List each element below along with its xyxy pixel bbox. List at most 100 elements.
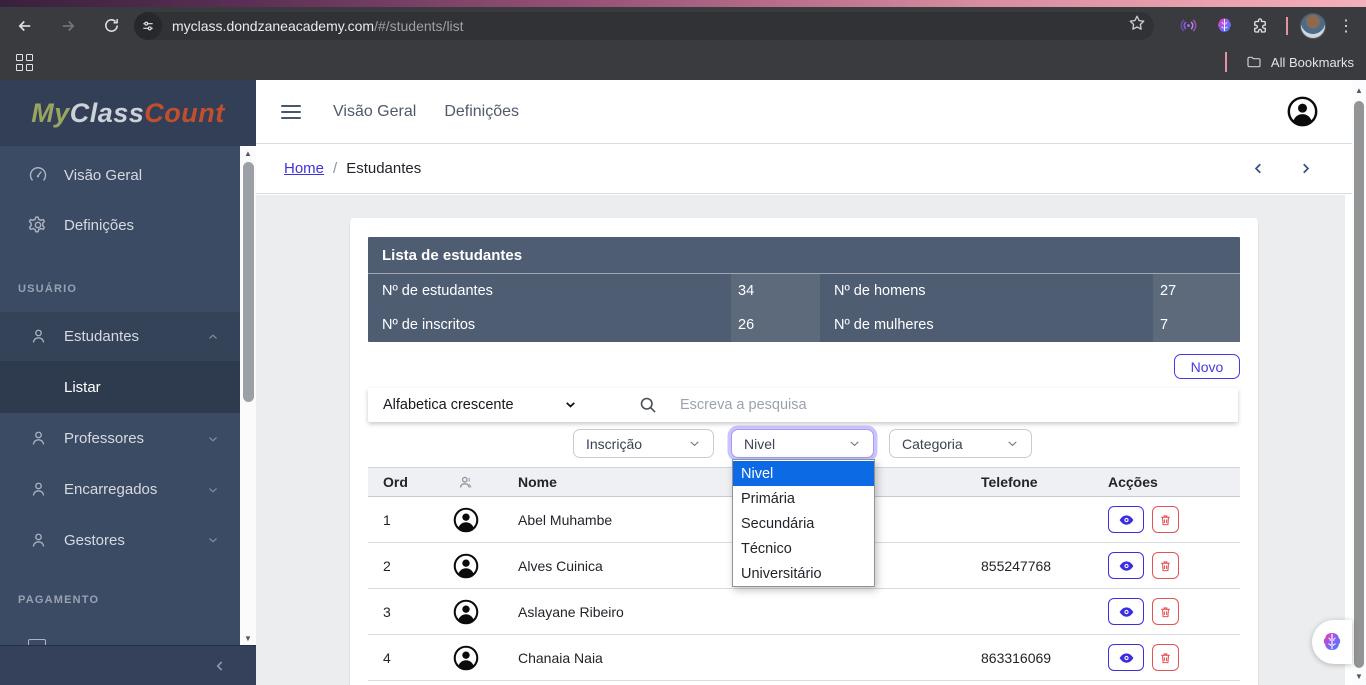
sidebar-item-encarregados[interactable]: Encarregados [0, 464, 240, 515]
logo-class: Class [69, 97, 145, 128]
col-header-accoes: Acções [1108, 474, 1158, 490]
page-scrollbar-thumb[interactable] [1354, 101, 1364, 668]
stat-label: Nº de estudantes [382, 283, 493, 299]
people-icon [438, 474, 493, 491]
scroll-up-arrow[interactable]: ▲ [1352, 83, 1366, 97]
browser-profile-avatar[interactable] [1300, 12, 1326, 39]
filter-nivel-select[interactable]: Nivel [731, 429, 874, 458]
student-name: Abel Muhambe [518, 511, 613, 528]
page-scrollbar[interactable]: ▲ ▼ [1352, 80, 1366, 685]
delete-student-button[interactable] [1152, 644, 1179, 671]
view-student-button[interactable] [1108, 598, 1144, 625]
sidebar-item-professores[interactable]: Professores [0, 413, 240, 464]
page-next-button[interactable] [1297, 160, 1314, 177]
logo-count: Count [144, 97, 225, 128]
sidebar-item-gestores[interactable]: Gestores [0, 515, 240, 565]
search-input[interactable] [680, 391, 1220, 419]
breadcrumb-separator: / [333, 160, 338, 177]
stat-value: 27 [1153, 274, 1240, 308]
breadcrumb-current: Estudantes [346, 160, 422, 177]
url-host: myclass.dondzaneacademy.com [172, 17, 375, 34]
sidebar-section-usuario: USUÁRIO [18, 283, 78, 295]
url-text: myclass.dondzaneacademy.com/#/students/l… [172, 18, 1120, 34]
app-logo[interactable]: My Class Count [0, 80, 256, 146]
forward-button[interactable] [53, 11, 83, 41]
back-button[interactable] [10, 11, 40, 41]
breadcrumb: Home / Estudantes [256, 144, 1366, 194]
sidebar-scrollbar-thumb[interactable] [242, 162, 254, 402]
chevron-down-icon [206, 432, 220, 446]
floating-brain-extension-button[interactable] [1312, 620, 1352, 664]
row-ord: 4 [383, 649, 391, 666]
reload-icon [104, 19, 118, 32]
student-avatar [438, 645, 493, 671]
view-student-button[interactable] [1108, 644, 1144, 671]
bookmarks-separator [1224, 52, 1227, 72]
user-avatar[interactable] [1287, 96, 1318, 127]
scroll-up-arrow[interactable]: ▲ [240, 146, 256, 160]
delete-student-button[interactable] [1152, 598, 1179, 625]
dropdown-option-tecnico[interactable]: Técnico [733, 536, 874, 561]
view-student-button[interactable] [1108, 506, 1144, 533]
scroll-down-arrow[interactable]: ▼ [1352, 669, 1366, 683]
chevron-left-icon [216, 660, 223, 671]
chevron-down-icon [1006, 437, 1019, 450]
extension-brain-icon[interactable] [1210, 12, 1238, 40]
sidebar-item-label: Professores [64, 430, 145, 447]
site-settings-icon[interactable] [134, 11, 162, 40]
page-prev-button[interactable] [1250, 160, 1267, 177]
nav-link-definicoes[interactable]: Definições [444, 103, 519, 121]
browser-menu-icon[interactable]: ⋮ [1336, 16, 1356, 36]
scroll-down-arrow[interactable]: ▼ [240, 631, 256, 645]
dropdown-option-universitario[interactable]: Universitário [733, 561, 874, 586]
person-icon [28, 327, 48, 347]
dropdown-option-nivel[interactable]: Nivel [733, 461, 874, 486]
sidebar-collapse-button[interactable] [0, 645, 256, 685]
person-icon [28, 530, 48, 550]
hamburger-menu-icon[interactable] [281, 104, 301, 119]
student-name: Alves Cuinica [518, 557, 603, 574]
sort-order-select[interactable]: Alfabetica crescente [383, 388, 583, 422]
col-header-telefone: Telefone [981, 474, 1038, 490]
sidebar-item-definicoes[interactable]: Definições [0, 200, 240, 250]
sidebar-section-pagamento: PAGAMENTO [18, 594, 100, 606]
breadcrumb-home-link[interactable]: Home [284, 160, 324, 177]
stat-label: Nº de inscritos [382, 317, 476, 333]
table-row: 4 Chanaia Naia 863316069 [368, 635, 1240, 681]
window-theme-strip [0, 0, 1366, 7]
stat-value: 26 [731, 308, 820, 342]
toolbar-separator [1286, 16, 1288, 35]
logo-my: My [31, 97, 70, 128]
new-student-button[interactable]: Novo [1174, 354, 1240, 379]
delete-student-button[interactable] [1152, 506, 1179, 533]
col-header-nome: Nome [518, 474, 557, 490]
content-edge-strip [1345, 195, 1352, 685]
filter-categoria-select[interactable]: Categoria [889, 429, 1032, 458]
app-root: My Class Count Visão Geral Definições USU [0, 80, 1366, 685]
student-avatar [438, 507, 493, 533]
bookmark-star-icon[interactable] [1128, 14, 1146, 37]
chevron-down-icon [206, 483, 220, 497]
main-area: Visão Geral Definições Home / Estudantes [256, 80, 1366, 685]
sidebar-scrollbar[interactable]: ▲ ▼ [240, 146, 256, 645]
extension-broadcast-icon[interactable] [1174, 12, 1202, 40]
sidebar-item-estudantes[interactable]: Estudantes [0, 312, 240, 361]
search-toolbar: Alfabetica crescente [368, 388, 1238, 422]
reload-button[interactable] [96, 11, 126, 41]
dropdown-option-primaria[interactable]: Primária [733, 486, 874, 511]
delete-student-button[interactable] [1152, 552, 1179, 579]
sidebar-item-visao-geral[interactable]: Visão Geral [0, 150, 240, 200]
stat-value: 34 [731, 274, 820, 308]
filter-inscricao-select[interactable]: Inscrição [573, 429, 714, 458]
dropdown-option-secundaria[interactable]: Secundária [733, 511, 874, 536]
student-avatar [438, 599, 493, 625]
stats-title: Lista de estudantes [368, 237, 1240, 274]
address-bar[interactable]: myclass.dondzaneacademy.com/#/students/l… [134, 11, 1154, 40]
view-student-button[interactable] [1108, 552, 1144, 579]
all-bookmarks-button[interactable]: All Bookmarks [1271, 55, 1354, 70]
extensions-puzzle-icon[interactable] [1246, 12, 1274, 40]
nav-link-visao-geral[interactable]: Visão Geral [333, 103, 416, 121]
apps-grid-icon[interactable] [16, 53, 33, 71]
sidebar-item-listar[interactable]: Listar [0, 361, 240, 413]
chevron-down-icon [848, 437, 861, 450]
